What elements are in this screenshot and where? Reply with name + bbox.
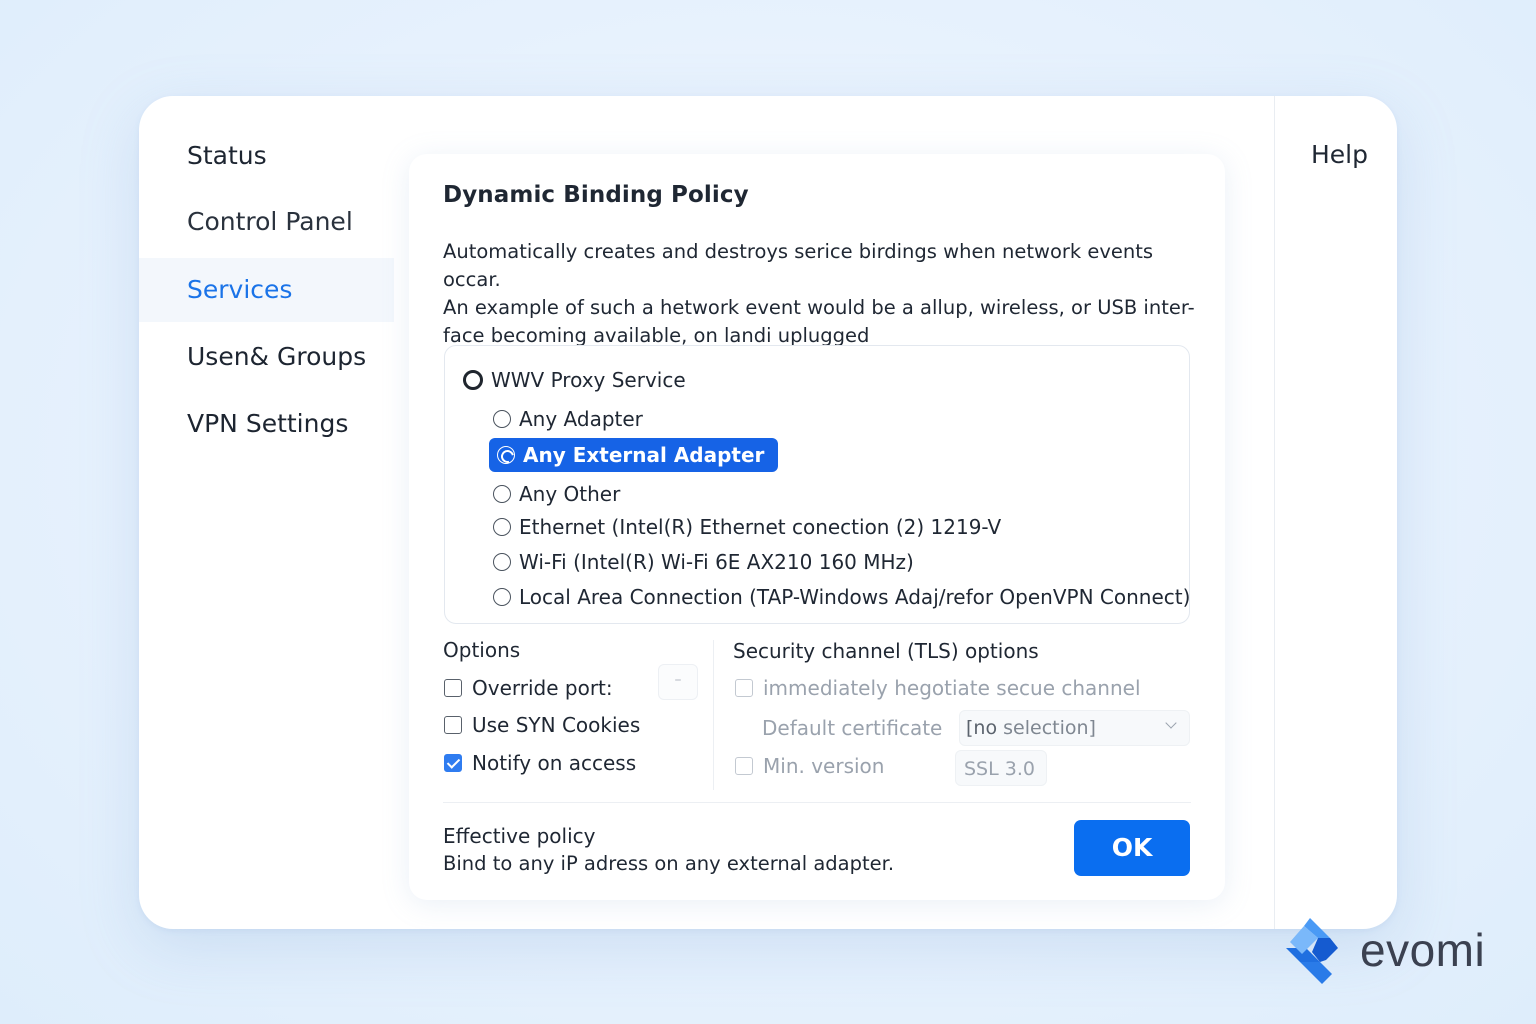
description-line: An example of such a hetwork event would… (443, 296, 1195, 319)
adapter-option-local-area-connection[interactable]: Local Area Connection (TAP-Windows Adaj/… (493, 585, 1190, 609)
override-port-option[interactable]: Override port: (444, 676, 613, 700)
sidebar-item-control-panel[interactable]: Control Panel (139, 190, 394, 254)
syn-cookies-option[interactable]: Use SYN Cookies (444, 713, 640, 737)
footer-divider (443, 802, 1191, 803)
radio-button[interactable] (493, 553, 511, 571)
sidebar-item-vpn-settings[interactable]: VPN Settings (139, 392, 394, 456)
adapter-label: Any External Adapter (523, 443, 765, 467)
port-input[interactable]: – (658, 664, 698, 700)
radio-button[interactable] (493, 485, 511, 503)
sidebar: Status Control Panel Services Usen& Grou… (139, 96, 394, 929)
radio-button[interactable] (493, 588, 511, 606)
card-title: Dynamic Binding Policy (443, 182, 749, 208)
adapter-label: Local Area Connection (TAP-Windows Adaj/… (519, 585, 1191, 609)
binding-policy-card: Dynamic Binding Policy Automatically cre… (409, 154, 1225, 900)
ok-button[interactable]: OK (1074, 820, 1190, 876)
adapter-list: WWV Proxy Service Any Adapter Any Extern… (444, 345, 1190, 624)
options-title: Options (443, 638, 521, 662)
select-value-prefix: [no (966, 717, 998, 739)
column-divider (713, 640, 714, 790)
notify-on-access-label: Notify on access (472, 751, 637, 775)
notify-on-access-checkbox[interactable] (444, 754, 462, 772)
evomi-logo-icon (1286, 918, 1338, 984)
select-value-rest: selection] (997, 717, 1096, 739)
syn-cookies-label: Use SYN Cookies (472, 713, 641, 737)
description-line: Automatically creates and destroys seric… (443, 240, 1154, 291)
help-column: Help (1274, 96, 1397, 929)
effective-policy-title: Effective policy (443, 824, 596, 848)
negotiate-secure-channel-option[interactable]: immediately hegotiate secue channel (735, 676, 1141, 700)
negotiate-secure-channel-checkbox[interactable] (735, 679, 753, 697)
notify-on-access-option[interactable]: Notify on access (444, 751, 636, 775)
sidebar-item-services[interactable]: Services (139, 258, 394, 322)
override-port-label: Override port: (472, 676, 613, 700)
chevron-down-icon (1165, 717, 1177, 729)
adapter-option-any-other[interactable]: Any Other (493, 482, 620, 506)
default-certificate-label: Default certificate (762, 716, 943, 740)
min-version-field[interactable]: SSL 3.0 (955, 750, 1047, 786)
evomi-logo: evomi (1282, 914, 1485, 986)
service-label: WWV Proxy Service (491, 368, 686, 392)
min-version-option[interactable]: Min. version (735, 754, 884, 778)
tls-options-title: Security channel (TLS) options (733, 639, 1039, 663)
negotiate-secure-channel-label: immediately hegotiate secue channel (763, 676, 1141, 700)
adapter-label: Ethernet (Intel(R) Ethernet conection (2… (519, 515, 1002, 539)
help-link[interactable]: Help (1311, 140, 1368, 169)
adapter-label: Wi-Fi (Intel(R) Wi-Fi 6E AX210 160 MHz) (519, 550, 914, 574)
default-certificate-select[interactable]: [no selection] (959, 710, 1190, 746)
min-version-checkbox[interactable] (735, 757, 753, 775)
service-radio-wwv-proxy[interactable]: WWV Proxy Service (463, 368, 686, 392)
radio-button[interactable] (497, 446, 515, 464)
syn-cookies-checkbox[interactable] (444, 716, 462, 734)
adapter-option-any-external-adapter[interactable]: Any External Adapter (489, 438, 779, 472)
sidebar-item-users-groups[interactable]: Usen& Groups (139, 325, 394, 389)
radio-button[interactable] (493, 410, 511, 428)
card-description: Automatically creates and destroys seric… (443, 238, 1203, 350)
radio-button[interactable] (463, 370, 483, 390)
settings-window: Status Control Panel Services Usen& Grou… (139, 96, 1397, 929)
evomi-wordmark: evomi (1360, 924, 1486, 976)
effective-policy-text: Bind to any iP adress on any external ad… (443, 852, 895, 875)
min-version-label: Min. version (763, 754, 885, 778)
adapter-option-ethernet[interactable]: Ethernet (Intel(R) Ethernet conection (2… (493, 515, 1001, 539)
override-port-checkbox[interactable] (444, 679, 462, 697)
adapter-option-any-adapter[interactable]: Any Adapter (493, 407, 643, 431)
adapter-label: Any Adapter (519, 407, 643, 431)
adapter-option-wifi[interactable]: Wi-Fi (Intel(R) Wi-Fi 6E AX210 160 MHz) (493, 550, 914, 574)
sidebar-item-status[interactable]: Status (139, 124, 394, 188)
radio-button[interactable] (493, 518, 511, 536)
adapter-label: Any Other (519, 482, 621, 506)
